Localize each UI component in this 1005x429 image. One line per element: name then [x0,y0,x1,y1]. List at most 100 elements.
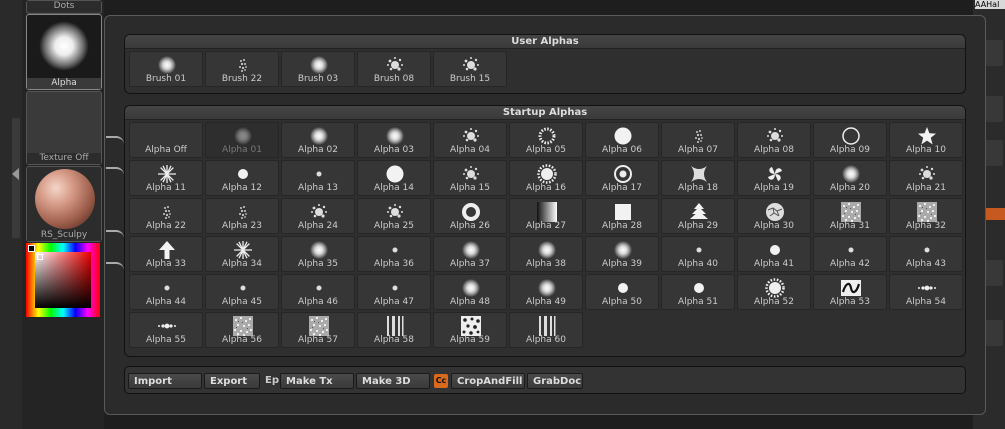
export-button[interactable]: Export [204,373,260,389]
startup-alpha-item[interactable]: Alpha 18 [661,160,735,196]
startup-alpha-item[interactable]: Alpha 57 [281,312,355,348]
startup-alpha-item[interactable]: Alpha 17 [585,160,659,196]
startup-alpha-item[interactable]: Alpha 05 [509,122,583,158]
user-alpha-item[interactable]: Brush 08 [357,51,431,87]
startup-alpha-item[interactable]: Alpha 37 [433,236,507,272]
user-alpha-item[interactable]: Brush 15 [433,51,507,87]
startup-alpha-item[interactable]: Alpha 03 [357,122,431,158]
startup-alpha-item[interactable]: Alpha 30 [737,198,811,234]
startup-alpha-item[interactable]: Alpha 35 [281,236,355,272]
startup-alpha-item[interactable]: Alpha 14 [357,160,431,196]
stripes-icon [385,316,405,336]
alpha-item-label: Brush 15 [449,74,491,84]
startup-alpha-item[interactable]: Alpha 10 [889,122,963,158]
startup-alpha-item[interactable]: Alpha 02 [281,122,355,158]
startup-alpha-item[interactable]: Alpha 33 [129,236,203,272]
startup-alpha-item[interactable]: Alpha 26 [433,198,507,234]
alpha-item-label: Alpha 35 [298,259,338,269]
alpha-selector-button[interactable]: Alpha [26,14,102,90]
startup-alpha-item[interactable]: Alpha 42 [813,236,887,272]
startup-alpha-item[interactable]: Alpha 43 [889,236,963,272]
startup-alpha-item[interactable]: Alpha 49 [509,274,583,310]
soft-blob-icon [309,55,329,75]
cc-toggle-button[interactable]: Cc [434,374,448,388]
startup-alpha-item[interactable]: Alpha 28 [585,198,659,234]
alpha-item-label: Alpha 16 [526,183,566,193]
startup-alpha-item[interactable]: Alpha 24 [281,198,355,234]
startup-alpha-item[interactable]: Alpha 56 [205,312,279,348]
startup-alpha-item[interactable]: Alpha 44 [129,274,203,310]
ep-label[interactable]: Ep [265,373,279,389]
startup-alpha-item[interactable]: Alpha 41 [737,236,811,272]
startup-alpha-item[interactable]: Alpha 59 [433,312,507,348]
startup-alpha-item[interactable]: Alpha 04 [433,122,507,158]
color-swatch-toggle-icon[interactable] [28,245,35,252]
startup-alpha-item[interactable]: Alpha 22 [129,198,203,234]
startup-alpha-item[interactable]: Alpha 31 [813,198,887,234]
small-dot-icon [689,278,709,298]
import-button[interactable]: Import [128,373,202,389]
startup-alpha-item[interactable]: Alpha 47 [357,274,431,310]
make-3d-button[interactable]: Make 3D [356,373,430,389]
startup-alpha-item[interactable]: Alpha 55 [129,312,203,348]
startup-alpha-item[interactable]: Alpha 23 [205,198,279,234]
material-selector-button[interactable]: RS_Sculpy [26,166,102,242]
crop-and-fill-button[interactable]: CropAndFill [451,373,525,389]
startup-alpha-item[interactable]: Alpha 53 [813,274,887,310]
startup-alpha-item[interactable]: Alpha 09 [813,122,887,158]
startup-alpha-item[interactable]: Alpha Off [129,122,203,158]
soft-blob-icon [157,55,177,75]
startup-alpha-item[interactable]: Alpha 45 [205,274,279,310]
alpha-item-label: Alpha 55 [146,335,186,345]
startup-alpha-item[interactable]: Alpha 27 [509,198,583,234]
texture-selector-button[interactable]: Texture Off [26,91,102,165]
startup-alpha-item[interactable]: Alpha 54 [889,274,963,310]
alpha-item-label: Alpha 04 [450,145,490,155]
user-alphas-title: User Alphas [125,35,965,49]
startup-alpha-item[interactable]: Alpha 46 [281,274,355,310]
tray-icon [983,260,1003,286]
startup-alpha-item[interactable]: Alpha 13 [281,160,355,196]
startup-alpha-item[interactable]: Alpha 25 [357,198,431,234]
startup-alpha-item[interactable]: Alpha 21 [889,160,963,196]
alpha-item-label: Alpha 10 [906,145,946,155]
startup-alpha-item[interactable]: Alpha 32 [889,198,963,234]
startup-alpha-item[interactable]: Alpha 20 [813,160,887,196]
grabdoc-button[interactable]: GrabDoc [527,373,583,389]
saturation-value-square[interactable] [35,252,91,308]
user-alpha-item[interactable]: Brush 01 [129,51,203,87]
startup-alpha-item[interactable]: Alpha 29 [661,198,735,234]
startup-alpha-item[interactable]: Alpha 06 [585,122,659,158]
alpha-item-label: Alpha 29 [678,221,718,231]
startup-alpha-item[interactable]: Alpha 50 [585,274,659,310]
startup-alpha-item[interactable]: Alpha 11 [129,160,203,196]
startup-alpha-item[interactable]: Alpha 12 [205,160,279,196]
stroke-dots-button[interactable]: Dots [26,0,102,14]
collapse-arrow-icon[interactable] [12,168,19,180]
startup-alpha-item[interactable]: Alpha 52 [737,274,811,310]
right-tray-tab[interactable]: AAHal [975,0,1005,9]
make-tx-button[interactable]: Make Tx [280,373,354,389]
startup-alpha-item[interactable]: Alpha 58 [357,312,431,348]
startup-alpha-item[interactable]: Alpha 38 [509,236,583,272]
startup-alpha-item[interactable]: Alpha 15 [433,160,507,196]
startup-alpha-item[interactable]: Alpha 01 [205,122,279,158]
small-dot-icon [233,164,253,184]
user-alpha-item[interactable]: Brush 03 [281,51,355,87]
startup-alpha-item[interactable]: Alpha 39 [585,236,659,272]
startup-alpha-item[interactable]: Alpha 16 [509,160,583,196]
startup-alpha-item[interactable]: Alpha 36 [357,236,431,272]
target-icon [613,164,633,184]
startup-alpha-item[interactable]: Alpha 48 [433,274,507,310]
startup-alpha-item[interactable]: Alpha 40 [661,236,735,272]
startup-alpha-item[interactable]: Alpha 51 [661,274,735,310]
user-alpha-item[interactable]: Brush 22 [205,51,279,87]
startup-alpha-item[interactable]: Alpha 34 [205,236,279,272]
tiny-dot-icon [233,278,253,298]
startup-alpha-item[interactable]: Alpha 60 [509,312,583,348]
connector-line [106,167,124,179]
startup-alpha-item[interactable]: Alpha 07 [661,122,735,158]
color-picker[interactable] [26,243,100,317]
startup-alpha-item[interactable]: Alpha 19 [737,160,811,196]
startup-alpha-item[interactable]: Alpha 08 [737,122,811,158]
